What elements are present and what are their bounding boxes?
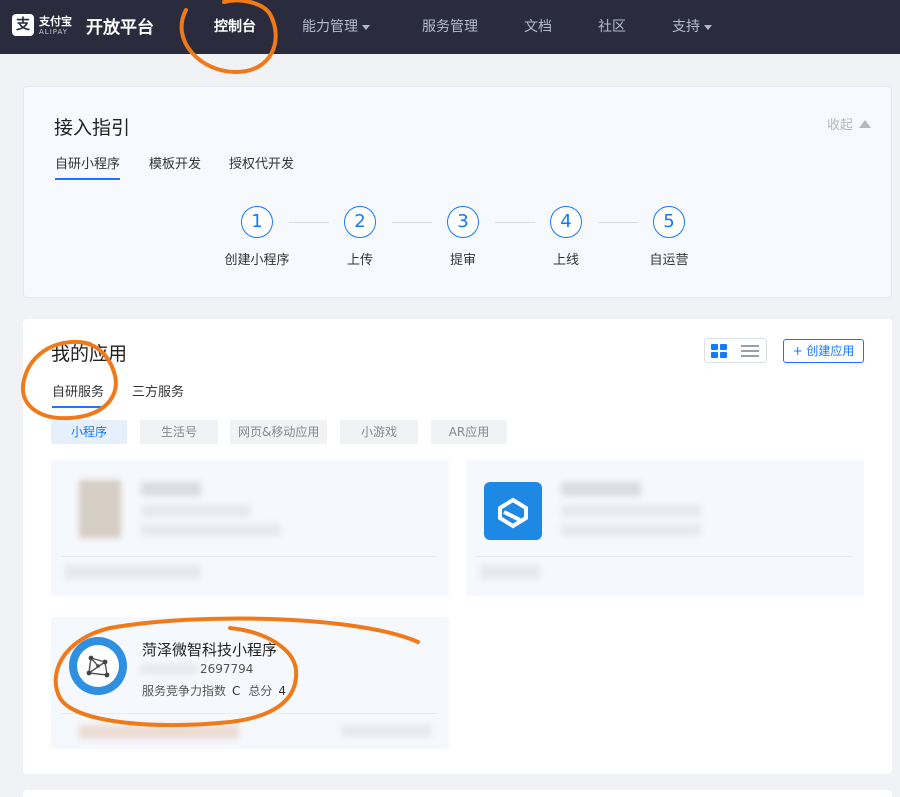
app-id-redacted (141, 505, 251, 517)
app-name[interactable]: 菏泽微智科技小程序 (142, 639, 277, 660)
app-status-redacted (341, 725, 431, 737)
score-label: 服务竞争力指数 (142, 684, 227, 698)
nav-community[interactable]: 社区 (598, 16, 626, 36)
step-2-label: 上传 (346, 253, 373, 268)
dropdown-caret-icon (362, 24, 370, 30)
alipay-logo-icon: 支 (12, 14, 34, 36)
app-card-divider (61, 713, 437, 714)
guide-tab-template[interactable]: 模板开发 (149, 153, 201, 178)
app-status-redacted (65, 565, 201, 579)
nav-capability-label: 能力管理 (302, 19, 358, 35)
app-score-redacted (141, 524, 281, 536)
filter-life-account[interactable]: 生活号 (140, 420, 218, 444)
dropdown-caret-icon (704, 24, 712, 30)
app-logo-icon (498, 497, 528, 529)
app-score: 服务竞争力指数 C 总分 4 (142, 682, 286, 699)
app-card-blurred-1[interactable] (51, 460, 449, 596)
step-3-circle: 3 (447, 206, 479, 238)
app-id-redacted (140, 664, 198, 674)
collapse-button[interactable]: 收起 (827, 114, 871, 133)
filter-ar-app[interactable]: AR应用 (431, 420, 507, 444)
list-view-icon[interactable] (741, 344, 759, 358)
app-card-divider (61, 556, 437, 557)
step-4-label: 上线 (552, 253, 579, 268)
my-apps-panel: 我的应用 + 创建应用 自研服务 三方服务 小程序 生活号 网页&移动应用 小游… (23, 319, 892, 774)
step-4-circle: 4 (550, 206, 582, 238)
filter-web-mobile[interactable]: 网页&移动应用 (230, 420, 327, 444)
step-3-label: 提审 (449, 253, 476, 268)
collapse-arrow-icon (859, 120, 871, 128)
app-score-redacted (561, 524, 701, 536)
step-connector (598, 222, 638, 223)
app-id: 2697794 (200, 662, 254, 676)
logo-text-en: ALIPAY (39, 28, 69, 36)
logo-text-cn: 支付宝 (39, 15, 72, 28)
app-icon (79, 480, 121, 538)
app-icon-inner (77, 645, 119, 687)
apps-tab-third-party[interactable]: 三方服务 (132, 381, 184, 406)
platform-title: 开放平台 (86, 18, 154, 38)
nav-support[interactable]: 支持 (672, 16, 712, 36)
step-1-circle: 1 (241, 206, 273, 238)
app-card-divider (476, 556, 852, 557)
nav-console[interactable]: 控制台 (214, 16, 256, 36)
app-status-redacted (79, 725, 239, 739)
filter-mini-program[interactable]: 小程序 (51, 420, 127, 444)
app-name-redacted (141, 482, 201, 496)
app-name-redacted (561, 482, 641, 496)
network-icon (86, 655, 110, 678)
app-icon (484, 482, 542, 540)
total-value: 4 (278, 684, 287, 698)
next-panel-edge (23, 790, 892, 797)
guide-title: 接入指引 (54, 117, 131, 139)
access-guide-panel: 接入指引 收起 自研小程序 模板开发 授权代开发 1 2 3 4 5 创建小程序… (23, 86, 892, 298)
collapse-label: 收起 (826, 118, 853, 133)
step-5-circle: 5 (653, 206, 685, 238)
score-grade: C (232, 684, 241, 698)
guide-tab-self-developed[interactable]: 自研小程序 (55, 153, 121, 180)
guide-tab-authorized[interactable]: 授权代开发 (229, 153, 294, 178)
nav-capability-management[interactable]: 能力管理 (302, 16, 370, 36)
nav-docs[interactable]: 文档 (524, 16, 552, 36)
create-app-button[interactable]: + 创建应用 (783, 339, 864, 363)
app-card-heze[interactable]: 菏泽微智科技小程序 2697794 服务竞争力指数 C 总分 4 (51, 617, 449, 749)
step-2-circle: 2 (344, 206, 376, 238)
app-card-blurred-2[interactable] (466, 460, 864, 596)
app-id-redacted (561, 505, 701, 517)
app-status-redacted (480, 565, 540, 579)
filter-mini-game[interactable]: 小游戏 (340, 420, 418, 444)
step-1-label: 创建小程序 (224, 253, 290, 268)
step-connector (289, 222, 329, 223)
step-5-label: 自运营 (649, 253, 689, 268)
apps-title: 我的应用 (51, 343, 128, 365)
step-connector (495, 222, 535, 223)
nav-support-label: 支持 (672, 19, 700, 35)
app-icon (69, 637, 127, 695)
view-toggle (704, 338, 767, 363)
nav-service-management[interactable]: 服务管理 (422, 16, 478, 36)
grid-view-icon[interactable] (711, 344, 727, 358)
total-label: 总分 (248, 684, 273, 698)
top-nav-bar: 支 支付宝 ALIPAY 开放平台 控制台 能力管理 服务管理 文档 社区 支持 (0, 0, 900, 54)
apps-tab-self-developed[interactable]: 自研服务 (52, 381, 105, 408)
step-connector (392, 222, 432, 223)
